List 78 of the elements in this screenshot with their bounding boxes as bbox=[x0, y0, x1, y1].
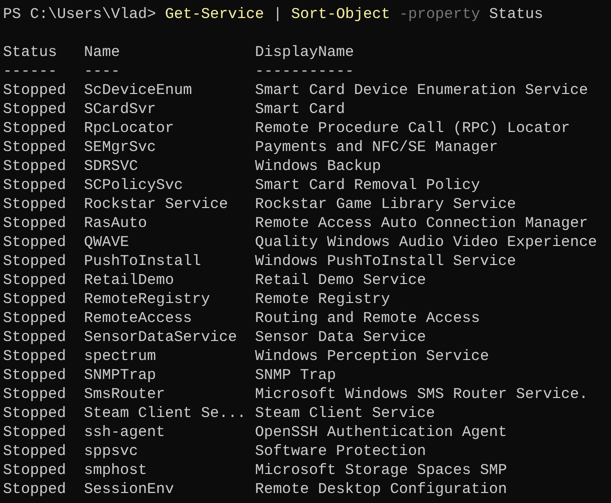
table-cell: smphost bbox=[84, 462, 148, 479]
table-cell: SNMPTrap bbox=[84, 367, 156, 384]
table-cell: Software Protection bbox=[255, 443, 426, 460]
table-cell: SCPolicySvc bbox=[84, 177, 184, 194]
table-cell: SEMgrSvc bbox=[84, 139, 156, 156]
table-cell: Stopped bbox=[3, 196, 66, 213]
column-heading: Status bbox=[3, 44, 58, 61]
table-cell: Stopped bbox=[3, 481, 66, 498]
heading-underline: ---- bbox=[84, 63, 120, 80]
table-cell: Windows Perception Service bbox=[255, 348, 490, 365]
command-argument: Status bbox=[489, 5, 544, 24]
command-command: Sort-Object bbox=[291, 5, 390, 24]
table-cell: ScDeviceEnum bbox=[84, 82, 192, 99]
table-cell: SmsRouter bbox=[84, 386, 166, 403]
table-cell: SDRSVC bbox=[84, 158, 138, 175]
table-cell: Stopped bbox=[3, 405, 66, 422]
table-cell: Rockstar Game Library Service bbox=[255, 196, 516, 213]
table-cell: Stopped bbox=[3, 462, 66, 479]
column-heading: DisplayName bbox=[255, 44, 354, 61]
table-cell: RetailDemo bbox=[84, 272, 174, 289]
table-cell: QWAVE bbox=[84, 234, 130, 251]
table-cell: Stopped bbox=[3, 310, 66, 327]
table-cell: Stopped bbox=[3, 424, 66, 441]
table-cell: Stopped bbox=[3, 443, 66, 460]
table-cell: Stopped bbox=[3, 272, 66, 289]
table-cell: Microsoft Storage Spaces SMP bbox=[255, 462, 508, 479]
table-cell: Stopped bbox=[3, 158, 66, 175]
table-cell: Microsoft Windows SMS Router Service. bbox=[255, 386, 588, 403]
table-cell: Routing and Remote Access bbox=[255, 310, 480, 327]
table-cell: RpcLocator bbox=[84, 120, 174, 137]
heading-underline: ------ bbox=[3, 63, 58, 80]
table-cell: ssh-agent bbox=[84, 424, 166, 441]
table-cell: PushToInstall bbox=[84, 253, 202, 270]
table-cell: RemoteAccess bbox=[84, 310, 192, 327]
table-cell: Remote Procedure Call (RPC) Locator bbox=[255, 120, 570, 137]
table-cell: Retail Demo Service bbox=[255, 272, 426, 289]
table-cell: Remote Access Auto Connection Manager bbox=[255, 215, 588, 232]
table-cell: Stopped bbox=[3, 120, 66, 137]
command-command: Get-Service bbox=[165, 5, 264, 24]
table-cell: Stopped bbox=[3, 367, 66, 384]
heading-underline: ----------- bbox=[255, 63, 354, 80]
prompt-path: PS C:\Users\Vlad> bbox=[3, 5, 156, 24]
table-cell: Windows Backup bbox=[255, 158, 382, 175]
table-cell: Stopped bbox=[3, 82, 66, 99]
table-cell: RemoteRegistry bbox=[84, 291, 210, 308]
command-operator: | bbox=[273, 5, 282, 24]
table-cell: Steam Client Service bbox=[255, 405, 436, 422]
table-cell: SensorDataService bbox=[84, 329, 238, 346]
table-cell: Quality Windows Audio Video Experience bbox=[255, 234, 598, 251]
table-cell: SNMP Trap bbox=[255, 367, 336, 384]
table-cell: Payments and NFC/SE Manager bbox=[255, 139, 498, 156]
table-cell: Stopped bbox=[3, 386, 66, 403]
column-heading: Name bbox=[84, 44, 120, 61]
table-cell: SessionEnv bbox=[84, 481, 174, 498]
table-cell: Stopped bbox=[3, 348, 66, 365]
table-cell: SCardSvr bbox=[84, 101, 156, 118]
table-cell: RasAuto bbox=[84, 215, 148, 232]
table-cell: sppsvc bbox=[84, 443, 138, 460]
table-cell: Stopped bbox=[3, 101, 66, 118]
table-cell: Stopped bbox=[3, 291, 66, 308]
table-cell: Remote Desktop Configuration bbox=[255, 481, 508, 498]
table-cell: Stopped bbox=[3, 215, 66, 232]
table-cell: Rockstar Service bbox=[84, 196, 228, 213]
table-cell: Smart Card Device Enumeration Service bbox=[255, 82, 588, 99]
table-cell: Steam Client Se... bbox=[84, 405, 246, 422]
table-cell: Windows PushToInstall Service bbox=[255, 253, 516, 270]
table-cell: Stopped bbox=[3, 329, 66, 346]
table-cell: Stopped bbox=[3, 177, 66, 194]
table-cell: Smart Card bbox=[255, 101, 346, 118]
table-cell: Stopped bbox=[3, 234, 66, 251]
table-cell: Sensor Data Service bbox=[255, 329, 426, 346]
table-cell: Stopped bbox=[3, 253, 66, 270]
table-cell: Stopped bbox=[3, 139, 66, 156]
table-cell: Remote Registry bbox=[255, 291, 390, 308]
command-parameter: -property bbox=[399, 5, 480, 24]
table-cell: Smart Card Removal Policy bbox=[255, 177, 480, 194]
table-cell: spectrum bbox=[84, 348, 156, 365]
table-cell: OpenSSH Authentication Agent bbox=[255, 424, 508, 441]
